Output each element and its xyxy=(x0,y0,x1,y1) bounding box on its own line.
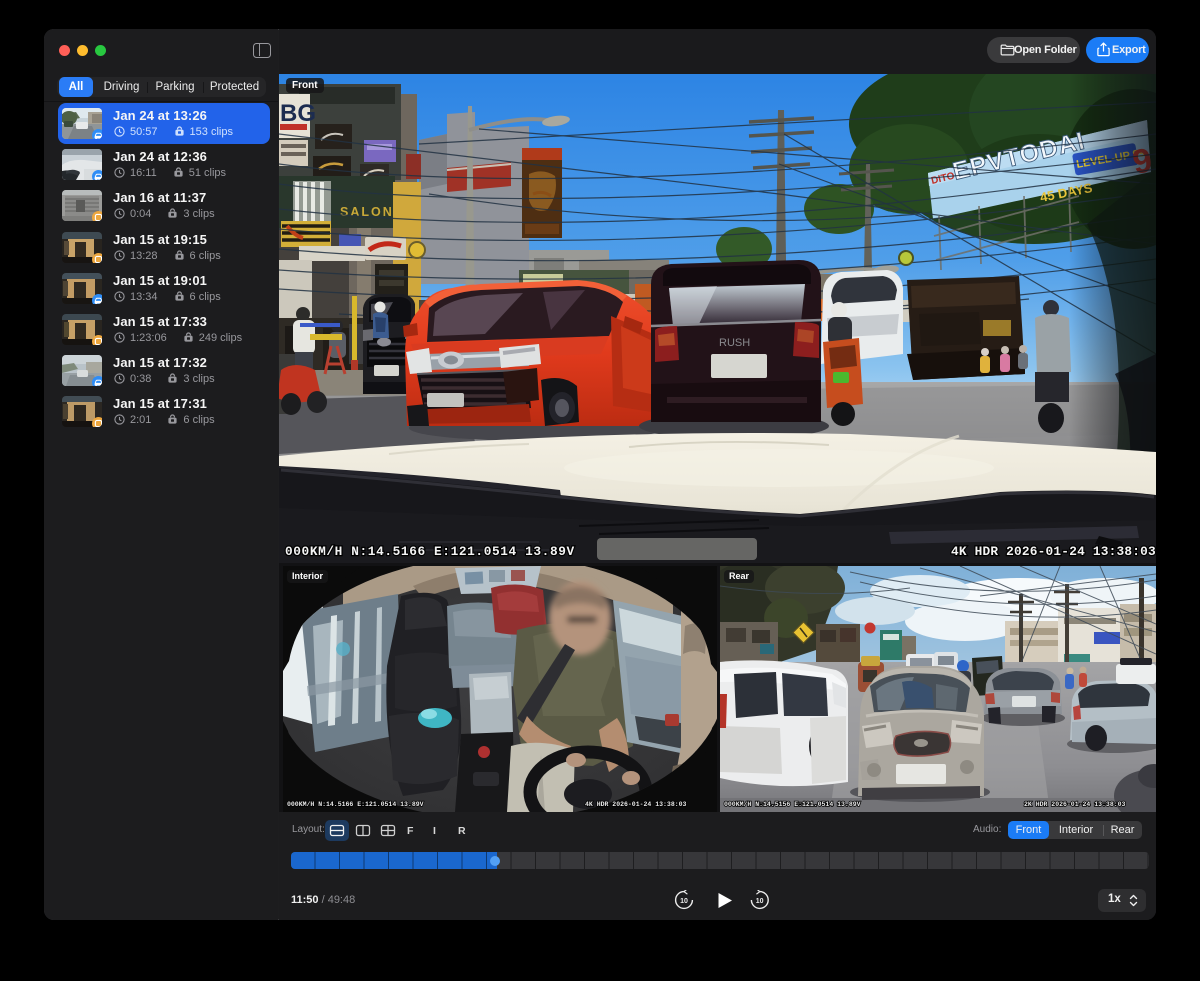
svg-text:RUSH: RUSH xyxy=(719,337,750,349)
svg-text:4K HDR 2026-01-24 13:38:03: 4K HDR 2026-01-24 13:38:03 xyxy=(585,801,687,808)
svg-text:000KM/H N:14.5156 E:121.0514: 000KM/H N:14.5156 E:121.0514 13.89V xyxy=(724,801,861,808)
svg-text:000KM/H N:14.5166 E:121.0514: 000KM/H N:14.5166 E:121.0514 13.89V xyxy=(287,801,424,808)
svg-text:4K HDR 2026-01-24 13:38:03: 4K HDR 2026-01-24 13:38:03 xyxy=(951,544,1156,559)
svg-text:10: 10 xyxy=(680,898,688,905)
svg-text:000KM/H N:14.5166 E:121.0514: 000KM/H N:14.5166 E:121.0514 13.89V xyxy=(285,544,575,559)
svg-text:10: 10 xyxy=(756,898,764,905)
svg-text:2K HDR 2026-01-24 13:38:03: 2K HDR 2026-01-24 13:38:03 xyxy=(1024,801,1126,808)
svg-text:BG: BG xyxy=(280,100,316,127)
